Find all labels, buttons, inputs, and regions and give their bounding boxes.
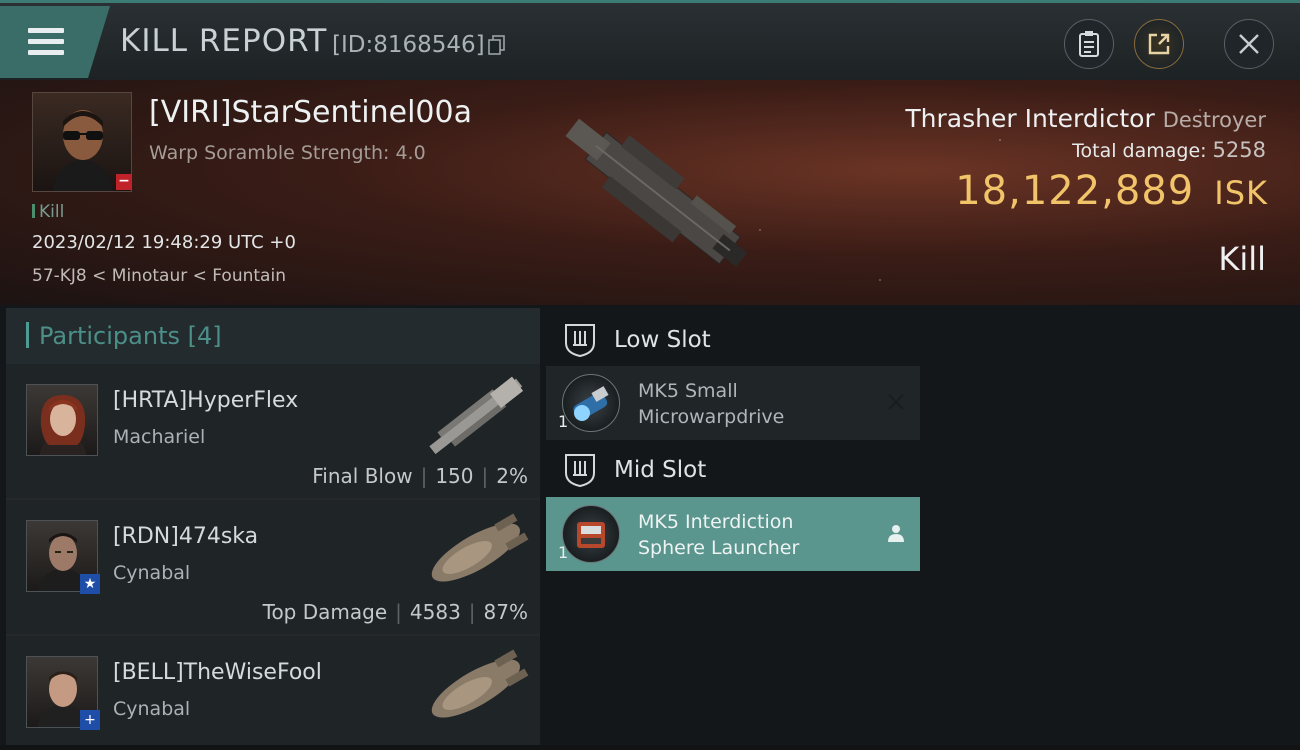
close-icon bbox=[1239, 34, 1259, 54]
title-bar: KILL REPORT [ID:8168546] bbox=[0, 0, 1300, 80]
isk-amount: 18,122,889 bbox=[955, 168, 1195, 214]
participant-ship-image[interactable] bbox=[416, 508, 534, 598]
participant-name[interactable]: [RDN]474ska bbox=[113, 524, 258, 549]
participants-header: Participants [4] bbox=[6, 308, 540, 364]
participant-damage: 150 bbox=[435, 464, 474, 488]
module-name-line2: Microwarpdrive bbox=[638, 406, 785, 428]
module-name-line1: MK5 Small bbox=[638, 380, 738, 402]
total-damage-value: 5258 bbox=[1212, 138, 1266, 162]
participant-stats: Top Damage | 4583 | 87% bbox=[263, 600, 528, 624]
kill-location[interactable]: 57-KJ8 < Minotaur < Fountain bbox=[32, 266, 286, 286]
mid-slot-header: Mid Slot bbox=[548, 444, 920, 496]
low-slot-label: Low Slot bbox=[614, 327, 711, 353]
participant-percent: 87% bbox=[483, 600, 528, 624]
participant-percent: 2% bbox=[496, 464, 528, 488]
plus-badge-icon: + bbox=[80, 710, 100, 730]
stat-separator: | bbox=[395, 600, 402, 624]
participant-name[interactable]: [BELL]TheWiseFool bbox=[113, 660, 322, 685]
star-badge-icon: ★ bbox=[80, 574, 100, 594]
share-button[interactable] bbox=[1134, 19, 1184, 69]
participant-row[interactable]: + [BELL]TheWiseFool Cynabal bbox=[6, 636, 540, 750]
total-damage: Total damage: 5258 bbox=[1072, 138, 1266, 162]
stat-separator: | bbox=[481, 464, 489, 488]
mid-slot-label: Mid Slot bbox=[614, 457, 707, 483]
participant-ship-image[interactable] bbox=[416, 644, 534, 734]
menu-button[interactable] bbox=[0, 6, 110, 78]
participant-row[interactable]: ★ [RDN]474ska Cynabal Top Damage | 4583 | 87… bbox=[6, 500, 540, 636]
kill-timestamp: 2023/02/12 19:48:29 UTC +0 bbox=[32, 232, 296, 253]
participant-avatar[interactable] bbox=[26, 384, 98, 456]
participant-stat-label: Top Damage bbox=[262, 600, 388, 624]
microwarpdrive-icon bbox=[562, 374, 620, 432]
isk-unit: ISK bbox=[1214, 174, 1268, 212]
participants-title: Participants bbox=[39, 322, 180, 350]
clipboard-icon bbox=[1079, 31, 1099, 57]
bottom-edge bbox=[0, 745, 1300, 750]
ship-class-label: Destroyer bbox=[1162, 108, 1266, 132]
low-slot-header: Low Slot bbox=[548, 314, 920, 366]
low-slot-item[interactable]: 1 MK5 Small Microwarpdrive bbox=[546, 366, 920, 440]
person-icon bbox=[888, 525, 904, 542]
participant-stat-label: Final Blow bbox=[312, 464, 413, 488]
kill-tag-label: Kill bbox=[39, 202, 65, 222]
module-name: MK5 Interdiction Sphere Launcher bbox=[638, 509, 799, 561]
page-title: KILL REPORT bbox=[120, 23, 328, 59]
module-quantity: 1 bbox=[558, 412, 569, 431]
module-name-line2: Sphere Launcher bbox=[638, 537, 800, 559]
module-name-line1: MK5 Interdiction bbox=[638, 511, 794, 533]
low-slot-shield-icon bbox=[565, 324, 595, 357]
participants-count: [4] bbox=[187, 322, 222, 350]
participant-row[interactable]: [HRTA]HyperFlex Machariel Final Blow | 150… bbox=[6, 364, 540, 500]
victim-subtitle: Warp Soramble Strength: 4.0 bbox=[149, 142, 426, 164]
hostile-status-icon: − bbox=[116, 174, 132, 190]
module-image bbox=[577, 522, 605, 548]
participant-stats: Final Blow | 150 | 2% bbox=[312, 464, 528, 488]
hamburger-icon bbox=[28, 28, 64, 56]
stat-separator: | bbox=[468, 600, 476, 624]
sphere-launcher-icon bbox=[562, 505, 620, 563]
clipboard-button[interactable] bbox=[1064, 19, 1114, 69]
pilot-portrait-image bbox=[39, 395, 87, 455]
isk-value: 18,122,889 ISK bbox=[955, 168, 1268, 214]
participant-ship: Cynabal bbox=[113, 698, 191, 720]
module-quantity: 1 bbox=[558, 543, 569, 562]
destroyed-x-icon bbox=[888, 394, 904, 410]
participant-ship: Cynabal bbox=[113, 562, 191, 584]
victim-ship-name[interactable]: Thrasher Interdictor Destroyer bbox=[905, 104, 1266, 133]
module-name: MK5 Small Microwarpdrive bbox=[638, 378, 784, 430]
total-damage-label: Total damage: bbox=[1072, 140, 1207, 162]
outcome-label: Kill bbox=[1218, 240, 1266, 278]
participant-ship-image[interactable] bbox=[416, 372, 534, 462]
participants-header-marker bbox=[26, 322, 29, 348]
stat-separator: | bbox=[420, 464, 428, 488]
module-image bbox=[573, 386, 609, 421]
victim-banner: − [VIRI]StarSentinel00a Warp Soramble St… bbox=[0, 80, 1300, 305]
report-id: [ID:8168546] bbox=[332, 32, 485, 58]
share-icon bbox=[1148, 33, 1170, 55]
participant-damage: 4583 bbox=[409, 600, 461, 624]
participant-name[interactable]: [HRTA]HyperFlex bbox=[113, 388, 298, 413]
kill-tag-marker bbox=[32, 204, 35, 218]
victim-ship-image[interactable] bbox=[540, 85, 770, 300]
kill-tag: Kill bbox=[32, 202, 64, 222]
participants-panel: Participants [4] [HRTA]HyperFlex Machari… bbox=[6, 308, 540, 750]
victim-name[interactable]: [VIRI]StarSentinel00a bbox=[149, 95, 472, 130]
close-button[interactable] bbox=[1224, 19, 1274, 69]
ship-name-label: Thrasher Interdictor bbox=[905, 104, 1155, 133]
copy-icon[interactable] bbox=[488, 35, 506, 55]
mid-slot-shield-icon bbox=[565, 454, 595, 487]
mid-slot-item[interactable]: 1 MK5 Interdiction Sphere Launcher bbox=[546, 497, 920, 571]
participant-ship: Machariel bbox=[113, 426, 206, 448]
